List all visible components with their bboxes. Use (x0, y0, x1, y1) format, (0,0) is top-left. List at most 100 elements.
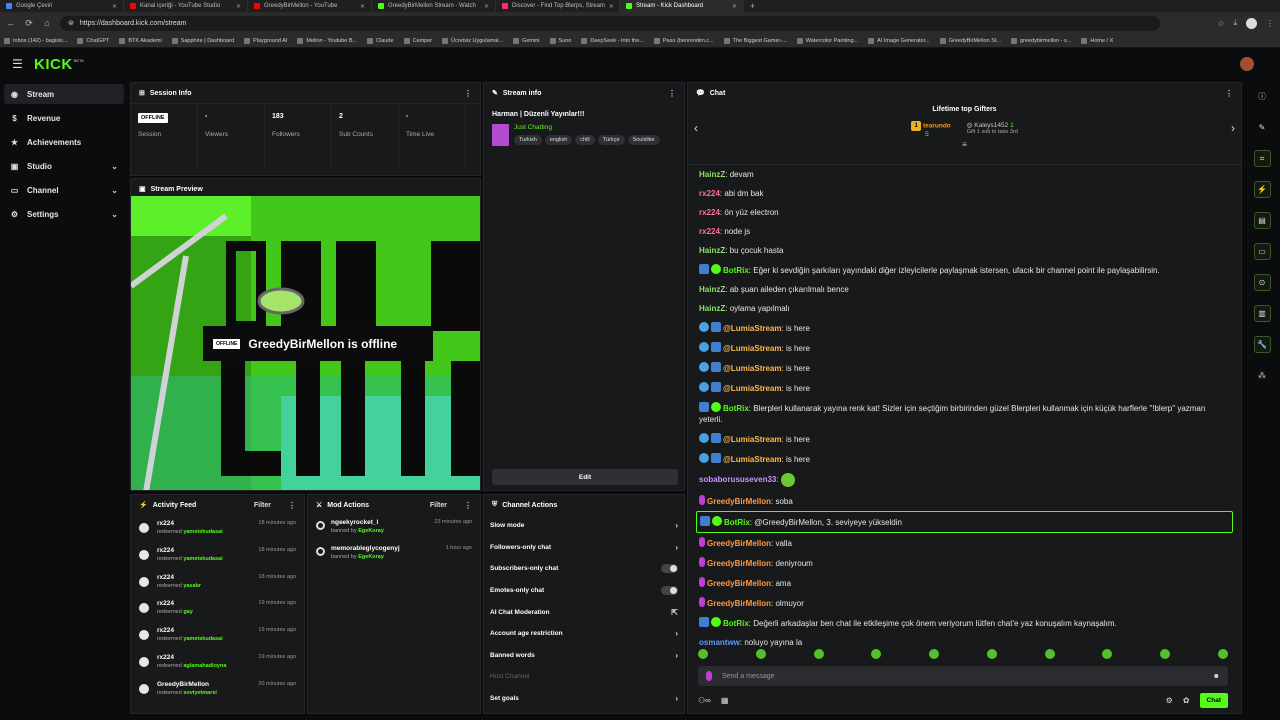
emote-icon[interactable] (986, 649, 997, 659)
sidebar-item-studio[interactable]: ▣ Studio ⌄ (4, 156, 124, 176)
chat-username[interactable]: GreedyBirMellon (707, 559, 771, 568)
activity-user[interactable]: GreedyBirMellon (157, 681, 217, 688)
star-icon[interactable]: ☆ (1217, 19, 1224, 28)
browser-tab[interactable]: GreedyBirMellon - YouTube ✕ (248, 0, 372, 12)
chevron-right-icon[interactable]: › (675, 651, 678, 660)
chat-username[interactable]: @LumiaStream (723, 435, 781, 444)
chat-input[interactable]: Send a message ☻ (698, 666, 1228, 686)
chat-username[interactable]: BotRix (723, 619, 749, 628)
menu-icon[interactable]: ⋮ (1266, 19, 1274, 28)
chat-icon[interactable]: ▭ (1253, 243, 1271, 260)
browser-tab[interactable]: Kanal içeriği - YouTube Studio ✕ (124, 0, 248, 12)
category-name[interactable]: Just Chatting (514, 124, 660, 131)
document-icon[interactable]: ▤ (1253, 212, 1271, 229)
new-tab-icon[interactable]: + (750, 1, 755, 11)
activity-user[interactable]: rx224 (157, 520, 223, 527)
wrench-icon[interactable]: 🔧 (1253, 336, 1271, 353)
chat-username[interactable]: sobaborususeven33 (699, 475, 776, 484)
bookmark-item[interactable]: Paso (benrendim.c... (653, 37, 714, 44)
film-icon[interactable]: ▥ (1253, 305, 1271, 322)
bookmark-item[interactable]: Inbox (142) - bagisis... (4, 37, 67, 44)
channel-action-followers-only-chat[interactable]: Followers-only chat › (484, 537, 684, 559)
channel-action-emotes-only-chat[interactable]: Emotes-only chat (484, 580, 684, 602)
bookmark-item[interactable]: Sapphire | Dashboard (171, 37, 234, 44)
home-icon[interactable]: ⌂ (42, 18, 52, 28)
bookmark-item[interactable]: Home / X (1081, 37, 1113, 44)
chat-send-button[interactable]: Chat (1199, 692, 1228, 708)
chat-username[interactable]: rx224 (699, 208, 720, 217)
calendar-icon[interactable]: ▦ (721, 696, 729, 705)
bookmark-item[interactable]: The Biggest Gamer-... (723, 37, 787, 44)
emote-icon[interactable] (871, 649, 882, 659)
chat-username[interactable]: @LumiaStream (723, 324, 781, 333)
channel-action-slow-mode[interactable]: Slow mode › (484, 515, 684, 537)
mod-user[interactable]: memorableglycogenyj (331, 545, 400, 552)
edit-button[interactable]: Edit (492, 469, 678, 485)
site-info-icon[interactable]: ⊜ (68, 19, 74, 27)
browser-tab[interactable]: Stream - Kick Dashboard ✕ (620, 0, 744, 12)
browser-tab[interactable]: Discover - Find Top Blerps, Stream ✕ (496, 0, 620, 12)
info-icon[interactable]: ⓘ (1254, 88, 1271, 105)
bookmark-item[interactable]: Suno (549, 37, 571, 44)
emote-icon[interactable] (1044, 649, 1055, 659)
lightning-icon[interactable]: ⚡ (1253, 181, 1271, 198)
downloads-icon[interactable]: ⤓ (1233, 18, 1237, 28)
chat-username[interactable]: HainzZ (699, 285, 725, 294)
kick-logo[interactable]: KICK (34, 56, 73, 73)
browser-tab[interactable]: Google Çeviri ✕ (0, 0, 124, 12)
chat-username[interactable]: rx224 (699, 227, 720, 236)
hamburger-icon[interactable]: ☰ (12, 57, 30, 71)
emote-icon[interactable] (1102, 649, 1113, 659)
emoji-icon[interactable]: ☻ (1213, 673, 1220, 680)
more-icon[interactable]: ⋮ (464, 89, 472, 98)
bookmark-item[interactable]: Gemini (513, 37, 540, 44)
bookmark-item[interactable]: Mellon - Youtube B... (297, 37, 357, 44)
channel-action-subscribers-only-chat[interactable]: Subscribers-only chat (484, 558, 684, 580)
stream-tag[interactable]: english (544, 135, 573, 145)
chevron-down-icon[interactable]: ⌄ (111, 162, 118, 171)
crop-icon[interactable]: ⌗ (1253, 150, 1271, 167)
gear-icon[interactable]: ⚙ (1166, 696, 1173, 705)
bookmark-item[interactable]: AI Image Generator... (868, 37, 930, 44)
chat-username[interactable]: GreedyBirMellon (707, 539, 771, 548)
browser-tab[interactable]: GreedyBirMellon Stream - Watch ✕ (372, 0, 496, 12)
chat-username[interactable]: HainzZ (699, 246, 725, 255)
emote-icon[interactable] (698, 649, 708, 659)
back-icon[interactable]: ← (6, 18, 16, 28)
chevron-right-icon[interactable]: › (1231, 121, 1235, 135)
chat-username[interactable]: BotRix (723, 266, 749, 275)
collapse-icon[interactable]: ≡ (688, 140, 1241, 149)
close-icon[interactable]: ✕ (609, 3, 614, 10)
sidebar-item-settings[interactable]: ⚙ Settings ⌄ (4, 204, 124, 224)
chat-username[interactable]: HainzZ (699, 170, 725, 179)
chevron-left-icon[interactable]: ‹ (694, 121, 698, 135)
chat-username[interactable]: @LumiaStream (723, 384, 781, 393)
channel-action-set-goals[interactable]: Set goals › (484, 688, 684, 710)
chat-username[interactable]: @LumiaStream (723, 364, 781, 373)
chat-username[interactable]: osmantww (699, 638, 740, 647)
chevron-right-icon[interactable]: › (675, 629, 678, 638)
channel-action-ai-chat-moderation[interactable]: AI Chat Moderation ⇱ (484, 601, 684, 623)
chat-username[interactable]: BotRix (723, 404, 749, 413)
chat-username[interactable]: BotRix (724, 518, 750, 527)
emote-icon[interactable] (755, 649, 766, 659)
close-icon[interactable]: ✕ (360, 3, 365, 10)
chat-username[interactable]: @LumiaStream (723, 344, 781, 353)
bookmark-item[interactable]: ChatGPT (77, 37, 109, 44)
more-icon[interactable]: ⋮ (464, 501, 472, 510)
bookmark-item[interactable]: BTK Akademi (119, 37, 162, 44)
stream-tag[interactable]: Turkish (514, 135, 542, 145)
chevron-right-icon[interactable]: › (675, 543, 678, 552)
reload-icon[interactable]: ⟳ (24, 18, 34, 29)
channel-action-banned-words[interactable]: Banned words › (484, 645, 684, 667)
more-icon[interactable]: ⋮ (668, 89, 676, 98)
chat-username[interactable]: HainzZ (699, 304, 725, 313)
more-icon[interactable]: ⋮ (288, 501, 296, 510)
broadcast-icon[interactable]: ⊙ (1253, 274, 1271, 291)
user-avatar[interactable] (1240, 57, 1254, 71)
toggle-switch[interactable] (661, 564, 678, 574)
filter-button[interactable]: Filter (430, 502, 447, 509)
filter-button[interactable]: Filter (254, 502, 271, 509)
chat-username[interactable]: rx224 (699, 189, 720, 198)
apps-icon[interactable]: ⁂ (1254, 367, 1271, 384)
